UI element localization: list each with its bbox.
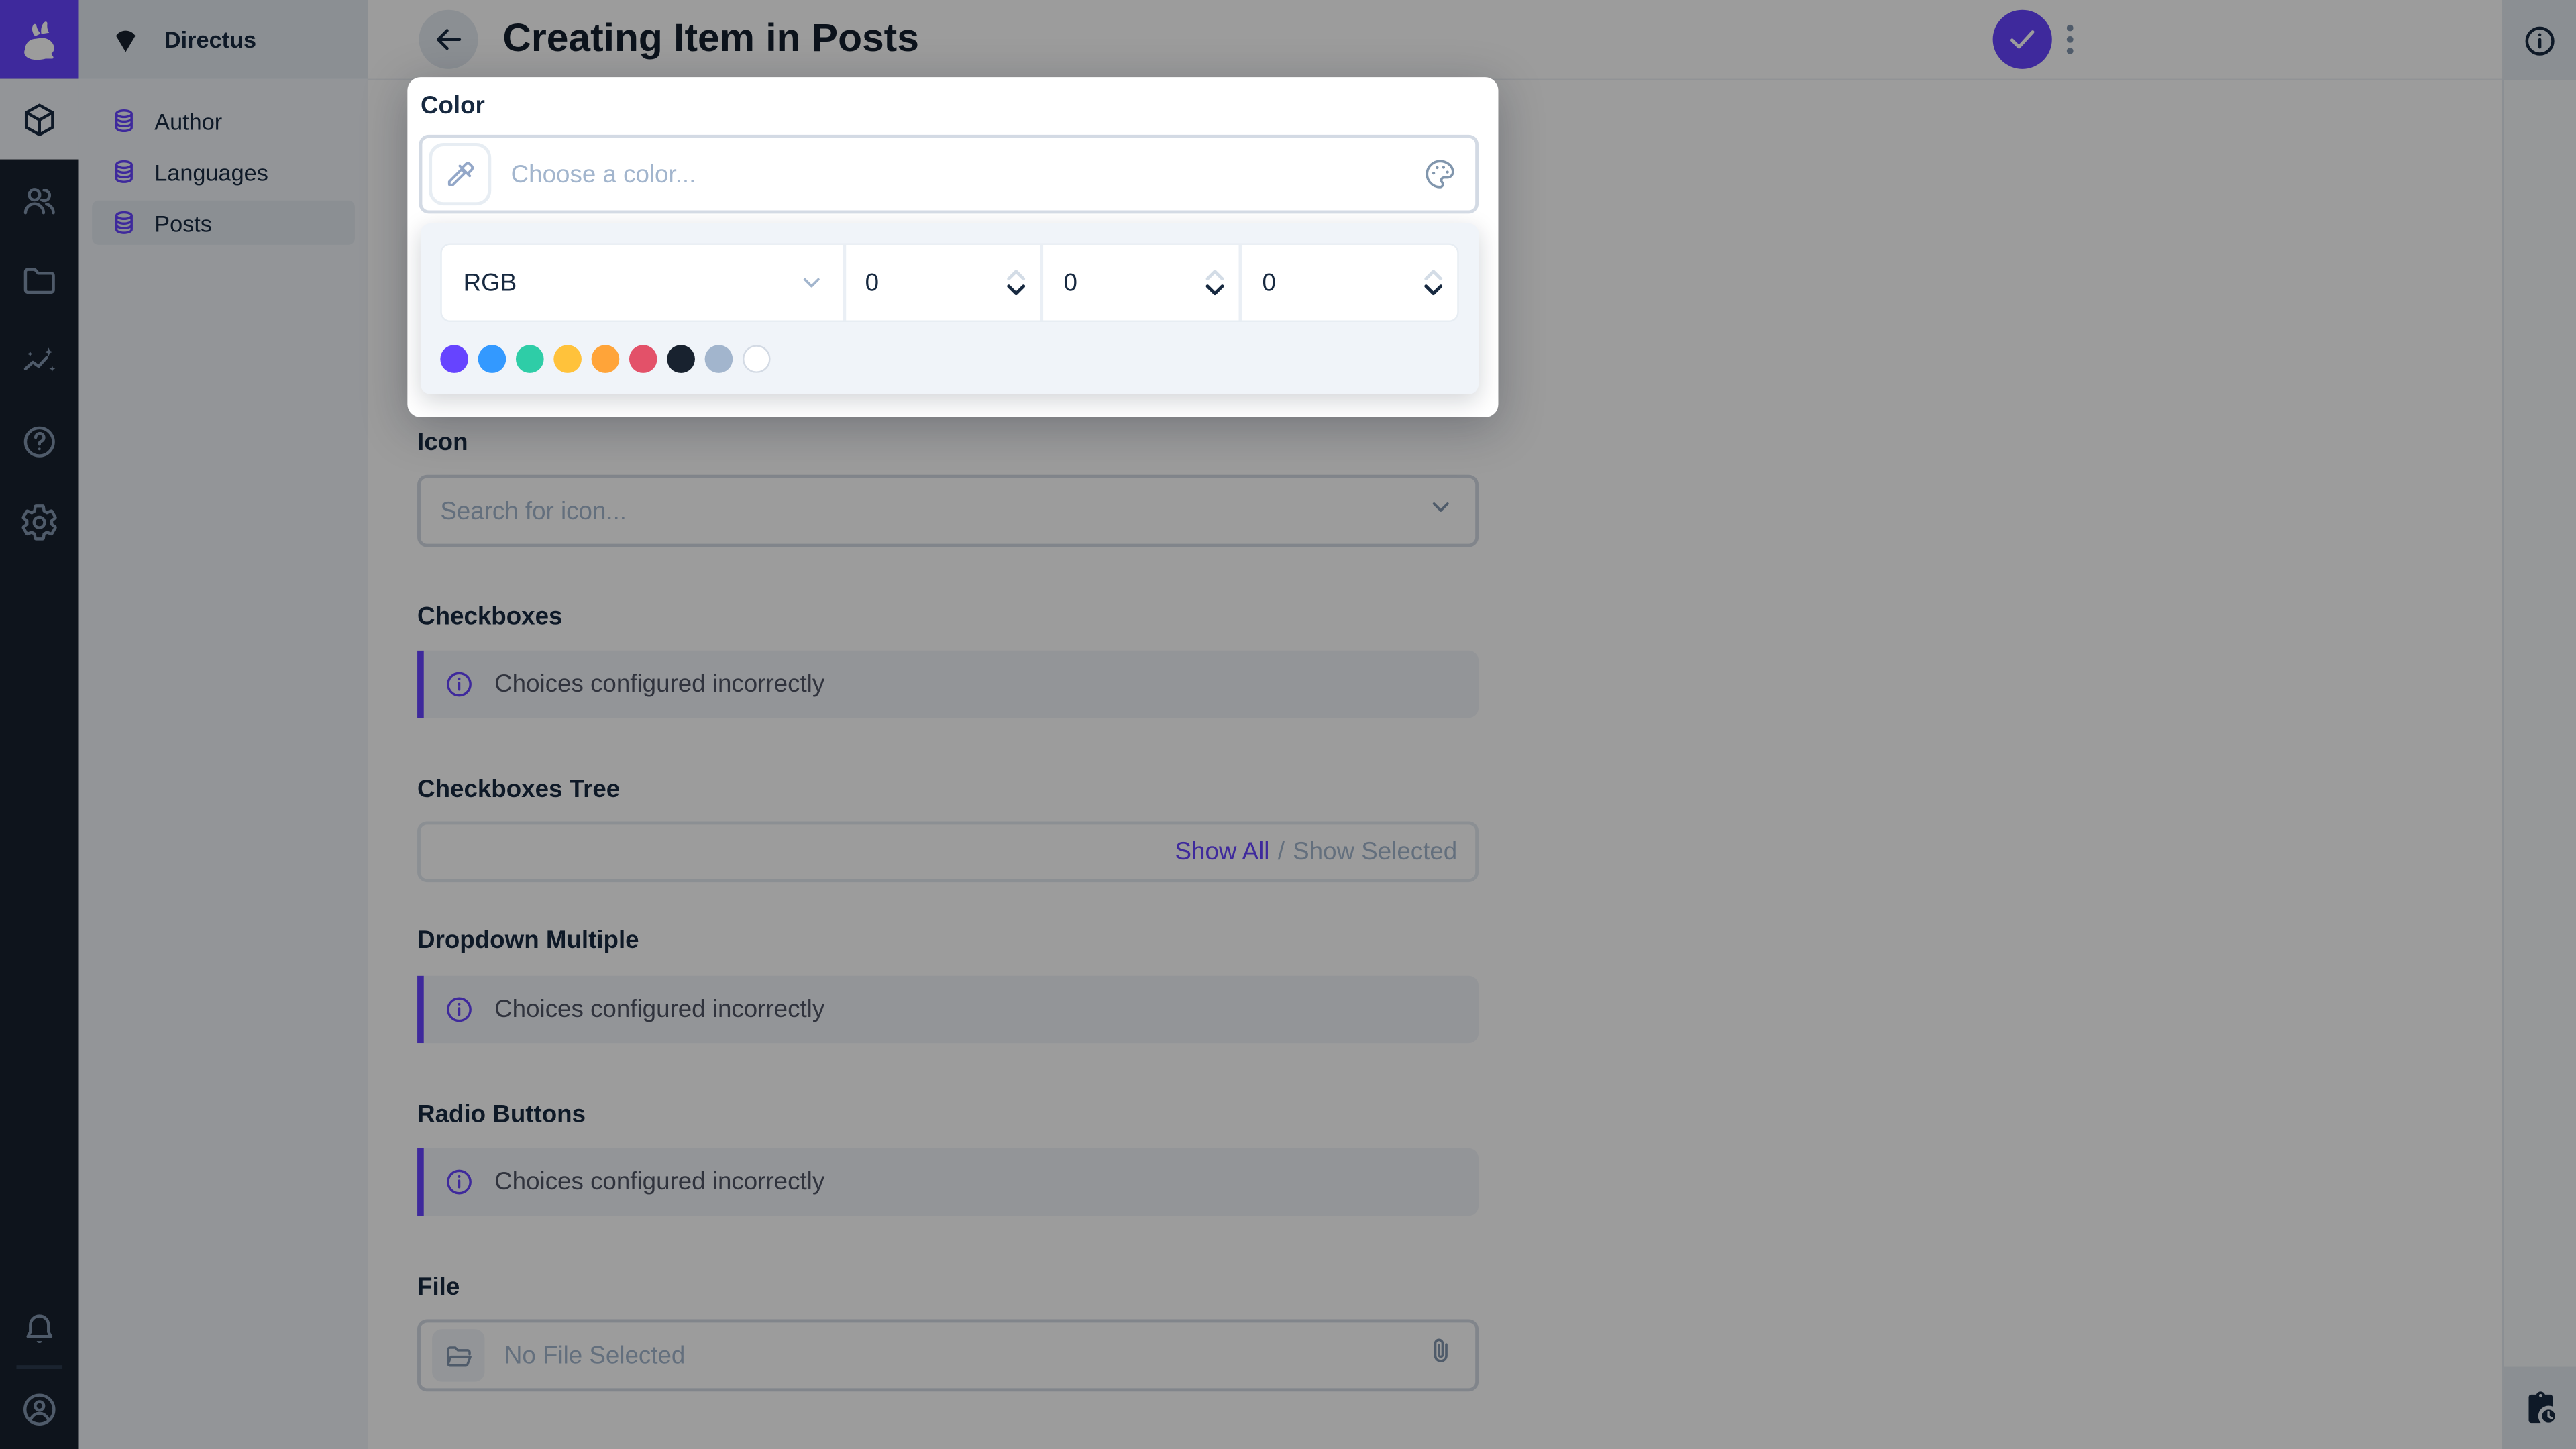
- channel-b-stepper[interactable]: [1239, 244, 1457, 321]
- field-label-color: Color: [420, 92, 485, 120]
- color-picker-popup: Color Choose a color... RGB 0 0 0: [407, 77, 1499, 418]
- channel-g-stepper[interactable]: [1040, 244, 1239, 321]
- color-mode-value: RGB: [463, 268, 517, 297]
- chevron-down-icon[interactable]: [1006, 282, 1028, 297]
- color-swatches: [440, 345, 1458, 373]
- chevron-up-icon[interactable]: [1205, 268, 1226, 282]
- color-mode-controls: RGB: [440, 243, 1459, 322]
- eyedropper-icon: [447, 161, 473, 186]
- app-root: Directus Author Languages Posts Creating…: [0, 0, 2576, 1449]
- color-swatch[interactable]: [515, 345, 544, 373]
- color-swatch[interactable]: [667, 345, 695, 373]
- palette-button[interactable]: [1423, 157, 1457, 191]
- palette-icon: [1426, 160, 1454, 189]
- color-swatch[interactable]: [742, 345, 771, 373]
- chevron-up-icon[interactable]: [1006, 268, 1028, 282]
- color-mode-select[interactable]: RGB: [442, 245, 843, 321]
- chevron-up-icon[interactable]: [1423, 268, 1444, 282]
- color-swatch[interactable]: [440, 345, 468, 373]
- chevron-down-icon[interactable]: [1423, 282, 1444, 297]
- color-swatch[interactable]: [553, 345, 582, 373]
- eyedropper-button[interactable]: [429, 143, 492, 206]
- color-swatch[interactable]: [478, 345, 506, 373]
- chevron-down-icon: [802, 278, 819, 288]
- color-swatch[interactable]: [591, 345, 620, 373]
- channel-r-value[interactable]: [865, 268, 931, 297]
- color-value-field[interactable]: [511, 160, 1476, 189]
- color-swatch[interactable]: [629, 345, 657, 373]
- color-picker-menu: RGB: [420, 223, 1479, 394]
- channel-r-stepper[interactable]: [842, 244, 1040, 321]
- color-input[interactable]: [419, 134, 1479, 214]
- channel-g-value[interactable]: [1063, 268, 1130, 297]
- color-swatch[interactable]: [704, 345, 733, 373]
- chevron-down-icon[interactable]: [1205, 282, 1226, 297]
- channel-b-value[interactable]: [1262, 268, 1328, 297]
